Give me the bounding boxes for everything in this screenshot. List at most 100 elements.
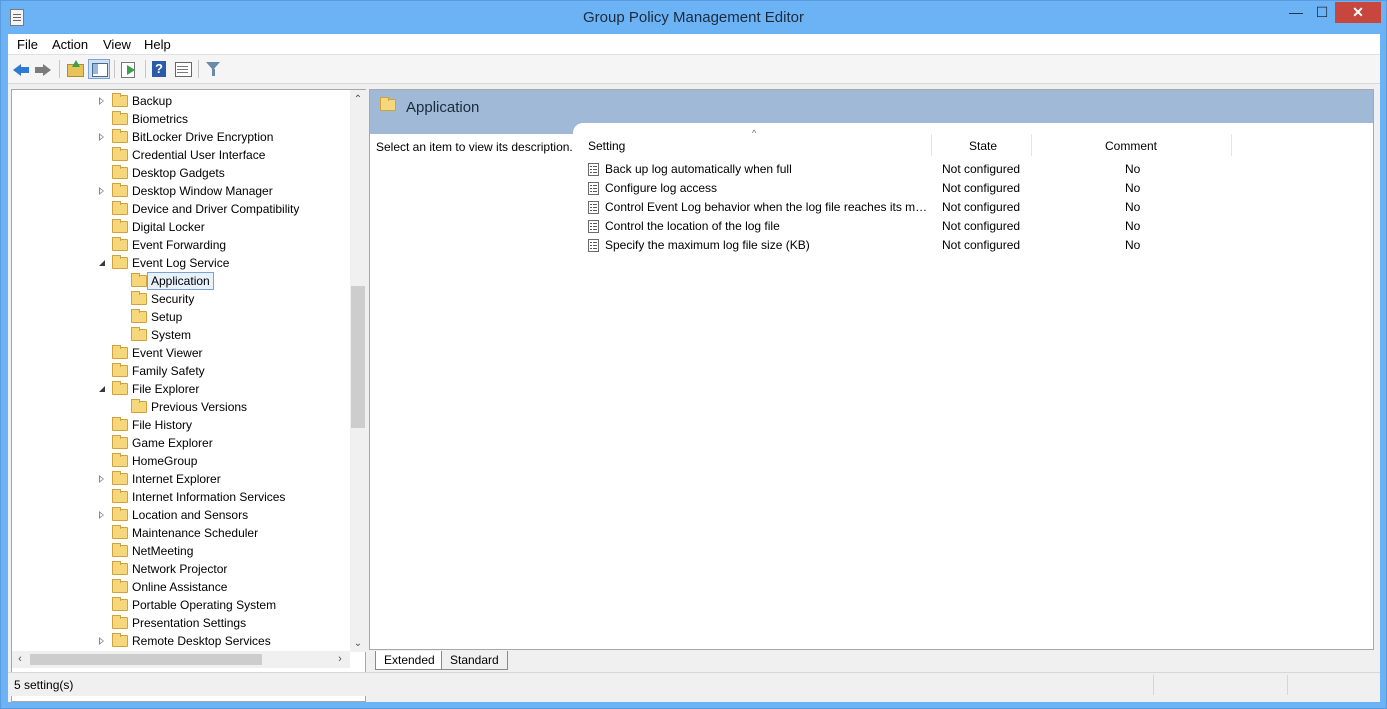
tree-item[interactable]: Game Explorer: [12, 434, 342, 452]
tree-item[interactable]: NetMeeting: [12, 542, 342, 560]
tree-item[interactable]: Previous Versions: [12, 398, 342, 416]
column-divider[interactable]: [1031, 134, 1032, 156]
tree-item[interactable]: Internet Explorer: [12, 470, 342, 488]
scroll-up-icon[interactable]: ⌃: [353, 95, 363, 105]
toolbar: [8, 55, 1380, 84]
tree-item[interactable]: Location and Sensors: [12, 506, 342, 524]
maximize-button[interactable]: ☐: [1309, 2, 1335, 23]
menu-action[interactable]: Action: [52, 37, 88, 52]
collapsed-arrow-icon[interactable]: [99, 637, 104, 645]
setting-state-cell: Not configured: [942, 238, 1021, 252]
tree-item[interactable]: Portable Operating System: [12, 596, 342, 614]
tree-item[interactable]: Desktop Gadgets: [12, 164, 342, 182]
column-header-state[interactable]: State: [969, 139, 997, 153]
scroll-down-icon[interactable]: ⌄: [353, 639, 363, 649]
tree-item[interactable]: File History: [12, 416, 342, 434]
tree-item[interactable]: Online Assistance: [12, 578, 342, 596]
collapsed-arrow-icon[interactable]: [99, 97, 104, 105]
column-header-comment[interactable]: Comment: [1105, 139, 1157, 153]
tree-item[interactable]: Event Viewer: [12, 344, 342, 362]
setting-row[interactable]: Control the location of the log file Not …: [582, 217, 1372, 236]
properties-icon[interactable]: [172, 59, 194, 79]
tree-item-label: Presentation Settings: [132, 616, 247, 630]
folder-icon: [112, 543, 128, 557]
sort-ascending-icon: ^: [752, 128, 757, 138]
tab-extended[interactable]: Extended: [375, 651, 444, 670]
tree-item[interactable]: Presentation Settings: [12, 614, 342, 632]
collapsed-arrow-icon[interactable]: [99, 475, 104, 483]
status-divider: [1153, 675, 1154, 695]
setting-row[interactable]: Control Event Log behavior when the log …: [582, 198, 1372, 217]
scroll-right-icon[interactable]: ›: [335, 654, 345, 665]
tree-item[interactable]: Desktop Window Manager: [12, 182, 342, 200]
tree-item-label: Device and Driver Compatibility: [132, 202, 300, 216]
collapsed-arrow-icon[interactable]: [99, 511, 104, 519]
details-pane: Application Select an item to view its d…: [369, 89, 1374, 650]
tree-item[interactable]: Setup: [12, 308, 342, 326]
expanded-arrow-icon[interactable]: [99, 260, 105, 266]
status-divider: [1287, 675, 1288, 695]
tree-item[interactable]: Backup: [12, 92, 342, 110]
tree-vertical-scrollbar[interactable]: ⌃ ⌄: [350, 90, 366, 652]
tree-item[interactable]: Family Safety: [12, 362, 342, 380]
tree-item-label: File Explorer: [132, 382, 200, 396]
column-header-setting[interactable]: Setting: [588, 139, 625, 153]
tree-item[interactable]: Device and Driver Compatibility: [12, 200, 342, 218]
forward-icon[interactable]: [33, 61, 55, 81]
tree-item-label: File History: [132, 418, 193, 432]
tree-item[interactable]: System: [12, 326, 342, 344]
tree-item[interactable]: HomeGroup: [12, 452, 342, 470]
tree-item[interactable]: Digital Locker: [12, 218, 342, 236]
title-bar[interactable]: Group Policy Management Editor — ☐ ✕: [1, 1, 1386, 34]
minimize-button[interactable]: —: [1283, 2, 1309, 23]
scroll-thumb[interactable]: [30, 654, 262, 665]
tree-item[interactable]: Internet Information Services: [12, 488, 342, 506]
setting-setting-cell: Configure log access: [605, 181, 718, 195]
menu-view[interactable]: View: [103, 37, 131, 52]
column-divider[interactable]: [931, 134, 932, 156]
details-title: Application: [406, 99, 480, 116]
policy-setting-icon: [588, 182, 599, 195]
tree-item-label: Game Explorer: [132, 436, 213, 450]
filter-icon[interactable]: [203, 59, 225, 79]
collapsed-arrow-icon[interactable]: [99, 133, 104, 141]
tree-item[interactable]: Biometrics: [12, 110, 342, 128]
tree-item[interactable]: Credential User Interface: [12, 146, 342, 164]
close-button[interactable]: ✕: [1335, 2, 1381, 23]
tree-item[interactable]: Security: [12, 290, 342, 308]
tree-item-label: Desktop Gadgets: [132, 166, 225, 180]
collapsed-arrow-icon[interactable]: [99, 187, 104, 195]
toolbar-separator: [198, 60, 199, 78]
tree-item[interactable]: Event Log Service: [12, 254, 342, 272]
folder-icon: [112, 597, 128, 611]
tree-item-label: Credential User Interface: [132, 148, 266, 162]
scroll-left-icon[interactable]: ‹: [15, 654, 25, 665]
column-divider[interactable]: [1231, 134, 1232, 156]
export-list-icon[interactable]: [118, 59, 140, 79]
tree-item[interactable]: Maintenance Scheduler: [12, 524, 342, 542]
tree-item[interactable]: Network Projector: [12, 560, 342, 578]
up-folder-icon[interactable]: [64, 59, 86, 79]
setting-row[interactable]: Configure log access Not configured No: [582, 179, 1372, 198]
folder-icon: [112, 201, 128, 215]
tree-item[interactable]: BitLocker Drive Encryption: [12, 128, 342, 146]
tree-item[interactable]: File Explorer: [12, 380, 342, 398]
folder-icon: [112, 255, 128, 269]
tree-item[interactable]: Event Forwarding: [12, 236, 342, 254]
setting-row[interactable]: Specify the maximum log file size (KB) No…: [582, 236, 1372, 255]
tree-horizontal-scrollbar[interactable]: ‹ ›: [12, 651, 350, 668]
setting-row[interactable]: Back up log automatically when full Not c…: [582, 160, 1372, 179]
tab-standard[interactable]: Standard: [441, 651, 508, 670]
menu-help[interactable]: Help: [144, 37, 171, 52]
tree-item-label: Portable Operating System: [132, 598, 277, 612]
back-icon[interactable]: [11, 61, 33, 81]
tree-item[interactable]: Remote Desktop Services: [12, 632, 342, 650]
help-icon[interactable]: [149, 59, 171, 79]
show-console-tree-icon[interactable]: [88, 59, 110, 79]
expanded-arrow-icon[interactable]: [99, 386, 105, 392]
menu-file[interactable]: File: [17, 37, 38, 52]
description-text: Select an item to view its description.: [376, 140, 573, 154]
scroll-thumb[interactable]: [351, 286, 365, 428]
toolbar-separator: [59, 60, 60, 78]
tree-item[interactable]: Application: [12, 272, 342, 290]
